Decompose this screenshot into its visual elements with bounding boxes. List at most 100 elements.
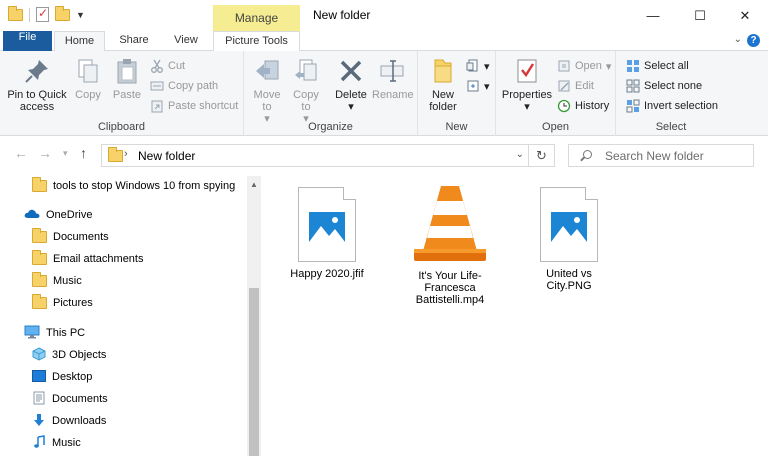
ribbon-tab-row: File Home Share View Picture Tools ⌄ ?	[0, 31, 768, 52]
chevron-right-icon[interactable]: ›	[124, 148, 128, 160]
nav-item-label: Documents	[52, 393, 108, 405]
new-group: New folder ▾ ▾ New	[418, 51, 496, 136]
help-icon[interactable]: ?	[747, 34, 760, 47]
search-box[interactable]	[568, 144, 754, 167]
nav-item-desktop[interactable]: Desktop	[32, 366, 92, 388]
rename-button[interactable]: Rename	[372, 57, 414, 101]
close-button[interactable]: ✕	[722, 0, 768, 31]
desktop-icon	[32, 369, 46, 385]
up-arrow-icon[interactable]: ↑	[80, 145, 87, 161]
delete-chevron-icon: ▾	[348, 101, 354, 113]
file-name-line-1: It's Your Life-	[418, 270, 482, 282]
nav-item-onedrive-documents[interactable]: Documents	[32, 226, 109, 248]
scrollbar-thumb[interactable]	[249, 288, 259, 456]
tab-share[interactable]: Share	[112, 31, 156, 51]
maximize-icon: ☐	[694, 7, 706, 23]
refresh-icon: ↻	[536, 148, 547, 163]
paste-shortcut-icon	[150, 99, 164, 113]
expand-ribbon-chevron-icon[interactable]: ⌄	[734, 34, 742, 45]
title-bar: ▼ Manage New folder — ☐ ✕	[0, 0, 768, 31]
open-button[interactable]: Open ▾	[557, 57, 611, 75]
address-path[interactable]: New folder	[138, 149, 195, 163]
open-group-label: Open	[542, 121, 569, 133]
back-arrow-icon[interactable]: ←	[14, 145, 28, 161]
nav-item-email-attachments[interactable]: Email attachments	[32, 248, 143, 270]
copy-path-button[interactable]: Copy path	[150, 77, 218, 95]
history-button[interactable]: History	[557, 97, 609, 115]
file-item-united-vs-city[interactable]: United vs City.PNG	[524, 187, 614, 292]
select-all-button[interactable]: Select all	[626, 57, 689, 75]
edit-button[interactable]: Edit	[557, 77, 594, 95]
nav-item-3d-objects[interactable]: 3D Objects	[32, 344, 106, 366]
image-file-icon	[540, 187, 598, 262]
window-title: New folder	[313, 8, 371, 22]
cut-button[interactable]: Cut	[150, 57, 185, 75]
scroll-up-arrow-icon[interactable]: ▲	[250, 180, 258, 189]
move-to-icon	[253, 57, 281, 85]
cloud-icon	[24, 208, 40, 222]
folder-icon	[32, 294, 47, 309]
tab-view[interactable]: View	[164, 31, 208, 51]
folder-icon	[32, 250, 47, 265]
maximize-button[interactable]: ☐	[677, 0, 723, 31]
file-item-its-your-life[interactable]: It's Your Life- Francesca Battistelli.mp…	[400, 183, 500, 306]
nav-item-downloads[interactable]: Downloads	[32, 410, 106, 432]
folder-icon	[32, 228, 47, 243]
select-none-button[interactable]: Select none	[626, 77, 702, 95]
select-all-icon	[626, 59, 640, 73]
tab-manage[interactable]: Manage	[213, 5, 300, 31]
select-group: Select all Select none Invert selection …	[616, 51, 726, 136]
copy-button[interactable]: Copy	[70, 57, 106, 101]
file-name: Happy 2020.jfif	[290, 268, 364, 280]
new-folder-icon[interactable]	[55, 5, 70, 21]
properties-button[interactable]: Properties ▾	[500, 57, 554, 113]
refresh-button[interactable]: ↻	[529, 144, 555, 167]
nav-item-label: Music	[52, 437, 81, 449]
folder-icon	[32, 272, 47, 287]
customize-toolbar-chevron-down-icon[interactable]: ▼	[76, 10, 85, 20]
clipboard-group-label: Clipboard	[97, 121, 146, 133]
invert-selection-icon	[626, 99, 640, 113]
paste-shortcut-button[interactable]: Paste shortcut	[150, 97, 238, 115]
minimize-button[interactable]: —	[630, 0, 676, 31]
pin-to-quick-access-button[interactable]: Pin to Quick access	[6, 57, 68, 113]
copy-path-icon	[150, 79, 164, 93]
nav-item-label: This PC	[46, 327, 86, 339]
nav-item-this-pc[interactable]: This PC	[24, 322, 85, 344]
move-to-button[interactable]: Move to ▾	[250, 57, 284, 125]
copy-to-button[interactable]: Copy to ▾	[289, 57, 323, 125]
file-item-happy-2020[interactable]: Happy 2020.jfif	[282, 187, 372, 280]
clipboard-group: Pin to Quick access Copy Paste Cut Copy …	[0, 51, 244, 136]
address-row: ← → ▾ ↑ › New folder ⌄ ↻	[0, 136, 768, 173]
address-bar[interactable]: › New folder ⌄	[101, 144, 529, 167]
folder-icon[interactable]	[8, 5, 23, 21]
address-dropdown-chevron-icon[interactable]: ⌄	[516, 149, 524, 160]
nav-item-pictures[interactable]: Pictures	[32, 292, 93, 314]
paste-button[interactable]: Paste	[109, 57, 145, 101]
select-none-label: Select none	[644, 80, 703, 92]
organize-group: Move to ▾ Copy to ▾ Delete ▾ Rename Organiz…	[244, 51, 418, 136]
edit-label: Edit	[575, 80, 594, 92]
forward-arrow-icon[interactable]: →	[38, 145, 52, 161]
nav-item-onedrive-music[interactable]: Music	[32, 270, 82, 292]
nav-item-tools-folder[interactable]: tools to stop Windows 10 from spying	[32, 175, 235, 197]
search-input[interactable]	[605, 148, 745, 163]
nav-item-documents[interactable]: Documents	[32, 388, 108, 410]
tab-file[interactable]: File	[3, 31, 52, 51]
paste-shortcut-label: Paste shortcut	[168, 100, 239, 112]
properties-icon[interactable]	[36, 6, 49, 22]
file-name-line-2: Francesca	[424, 282, 476, 294]
select-group-label: Select	[655, 121, 687, 133]
tab-picture-tools[interactable]: Picture Tools	[213, 31, 300, 52]
navigation-scrollbar[interactable]: ▲	[247, 176, 261, 456]
new-item-button[interactable]: ▾	[466, 57, 490, 75]
new-folder-button[interactable]: New folder	[424, 57, 462, 113]
easy-access-button[interactable]: ▾	[466, 77, 490, 95]
invert-selection-button[interactable]: Invert selection	[626, 97, 718, 115]
recent-locations-chevron-icon[interactable]: ▾	[63, 148, 68, 159]
nav-item-music[interactable]: Music	[32, 432, 81, 454]
tab-home[interactable]: Home	[54, 31, 105, 52]
delete-button[interactable]: Delete ▾	[332, 57, 370, 113]
nav-item-onedrive[interactable]: OneDrive	[24, 204, 92, 226]
folder-icon	[108, 147, 123, 162]
